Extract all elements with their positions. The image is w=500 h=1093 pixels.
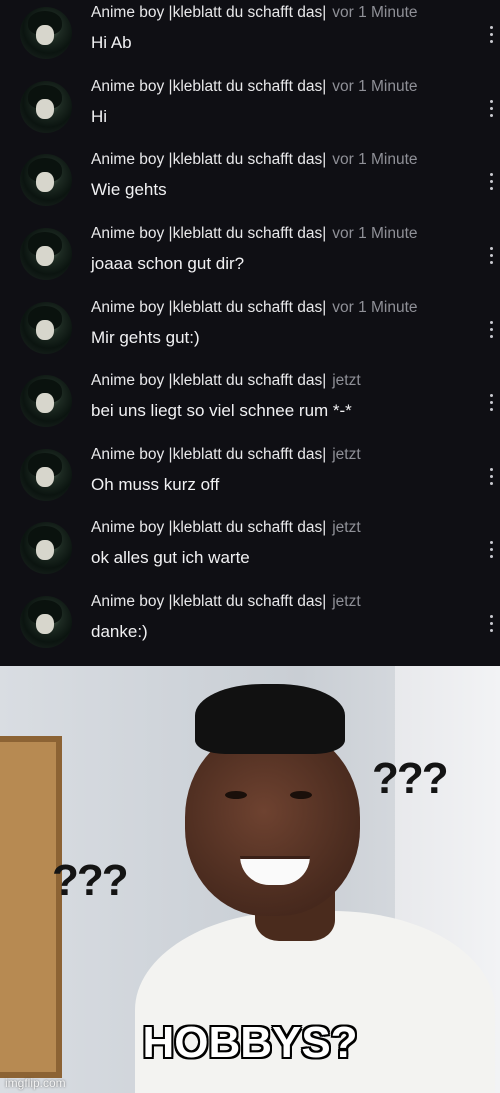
message-header: Anime boy |kleblatt du schafft das| vor 1… [91, 78, 418, 96]
question-marks-right: ??? [372, 754, 449, 803]
chat-message: Anime boy |kleblatt du schafft das| vor 1… [0, 74, 500, 148]
message-text: bei uns liegt so viel schnee rum *-* [91, 401, 352, 420]
chat-panel: Anime boy |kleblatt du schafft das| vor 1… [0, 0, 500, 666]
author-name[interactable]: Anime boy |kleblatt du schafft das| [91, 78, 326, 95]
chat-message: Anime boy |kleblatt du schafft das| jetzt… [0, 515, 500, 589]
author-name[interactable]: Anime boy |kleblatt du schafft das| [91, 593, 326, 610]
more-options-icon[interactable] [490, 173, 494, 191]
timestamp: vor 1 Minute [332, 225, 418, 242]
message-text: Wie gehts [91, 180, 167, 199]
chat-message: Anime boy |kleblatt du schafft das| vor 1… [0, 0, 500, 74]
message-header: Anime boy |kleblatt du schafft das| jetzt [91, 593, 361, 611]
confused-face [185, 726, 360, 916]
timestamp: jetzt [332, 372, 361, 389]
message-header: Anime boy |kleblatt du schafft das| vor 1… [91, 225, 418, 243]
avatar[interactable] [20, 154, 72, 206]
right-eye [290, 791, 312, 799]
timestamp: jetzt [332, 446, 361, 463]
avatar[interactable] [20, 596, 72, 648]
message-text: Mir gehts gut:) [91, 328, 200, 347]
more-options-icon[interactable] [490, 541, 494, 559]
message-text: Oh muss kurz off [91, 475, 220, 494]
timestamp: jetzt [332, 593, 361, 610]
chat-message: Anime boy |kleblatt du schafft das| vor 1… [0, 295, 500, 369]
more-options-icon[interactable] [490, 468, 494, 486]
author-name[interactable]: Anime boy |kleblatt du schafft das| [91, 225, 326, 242]
message-text: Hi [91, 107, 108, 126]
author-name[interactable]: Anime boy |kleblatt du schafft das| [91, 151, 326, 168]
author-name[interactable]: Anime boy |kleblatt du schafft das| [91, 372, 326, 389]
avatar[interactable] [20, 522, 72, 574]
hair [195, 684, 345, 754]
chat-message: Anime boy |kleblatt du schafft das| vor 1… [0, 221, 500, 295]
message-text: danke:) [91, 622, 148, 641]
left-eye [225, 791, 247, 799]
author-name[interactable]: Anime boy |kleblatt du schafft das| [91, 4, 326, 21]
message-header: Anime boy |kleblatt du schafft das| jetzt [91, 446, 361, 464]
timestamp: vor 1 Minute [332, 4, 418, 21]
message-header: Anime boy |kleblatt du schafft das| vor 1… [91, 4, 418, 22]
meme-caption: HOBBYS? [142, 1018, 358, 1067]
message-header: Anime boy |kleblatt du schafft das| jetzt [91, 372, 361, 390]
chat-message: Anime boy |kleblatt du schafft das| jetzt… [0, 368, 500, 442]
avatar[interactable] [20, 228, 72, 280]
author-name[interactable]: Anime boy |kleblatt du schafft das| [91, 446, 326, 463]
author-name[interactable]: Anime boy |kleblatt du schafft das| [91, 299, 326, 316]
more-options-icon[interactable] [490, 321, 494, 339]
watermark: imgflip.com [5, 1076, 66, 1090]
avatar[interactable] [20, 449, 72, 501]
timestamp: vor 1 Minute [332, 78, 418, 95]
chat-message: Anime boy |kleblatt du schafft das| vor 1… [0, 147, 500, 221]
author-name[interactable]: Anime boy |kleblatt du schafft das| [91, 519, 326, 536]
timestamp: jetzt [332, 519, 361, 536]
chat-message: Anime boy |kleblatt du schafft das| jetzt… [0, 589, 500, 663]
question-marks-left: ??? [52, 856, 129, 905]
message-header: Anime boy |kleblatt du schafft das| jetzt [91, 519, 361, 537]
chat-message: Anime boy |kleblatt du schafft das| jetzt… [0, 442, 500, 516]
more-options-icon[interactable] [490, 26, 494, 44]
message-text: joaaa schon gut dir? [91, 254, 245, 273]
meme-image: ??? ??? HOBBYS? imgflip.com [0, 666, 500, 1093]
message-text: ok alles gut ich warte [91, 548, 250, 567]
message-header: Anime boy |kleblatt du schafft das| vor 1… [91, 151, 418, 169]
avatar[interactable] [20, 302, 72, 354]
more-options-icon[interactable] [490, 615, 494, 633]
avatar[interactable] [20, 81, 72, 133]
more-options-icon[interactable] [490, 100, 494, 118]
message-text: Hi Ab [91, 33, 132, 52]
avatar[interactable] [20, 375, 72, 427]
timestamp: vor 1 Minute [332, 151, 418, 168]
more-options-icon[interactable] [490, 247, 494, 265]
message-header: Anime boy |kleblatt du schafft das| vor 1… [91, 299, 418, 317]
timestamp: vor 1 Minute [332, 299, 418, 316]
avatar[interactable] [20, 7, 72, 59]
more-options-icon[interactable] [490, 394, 494, 412]
